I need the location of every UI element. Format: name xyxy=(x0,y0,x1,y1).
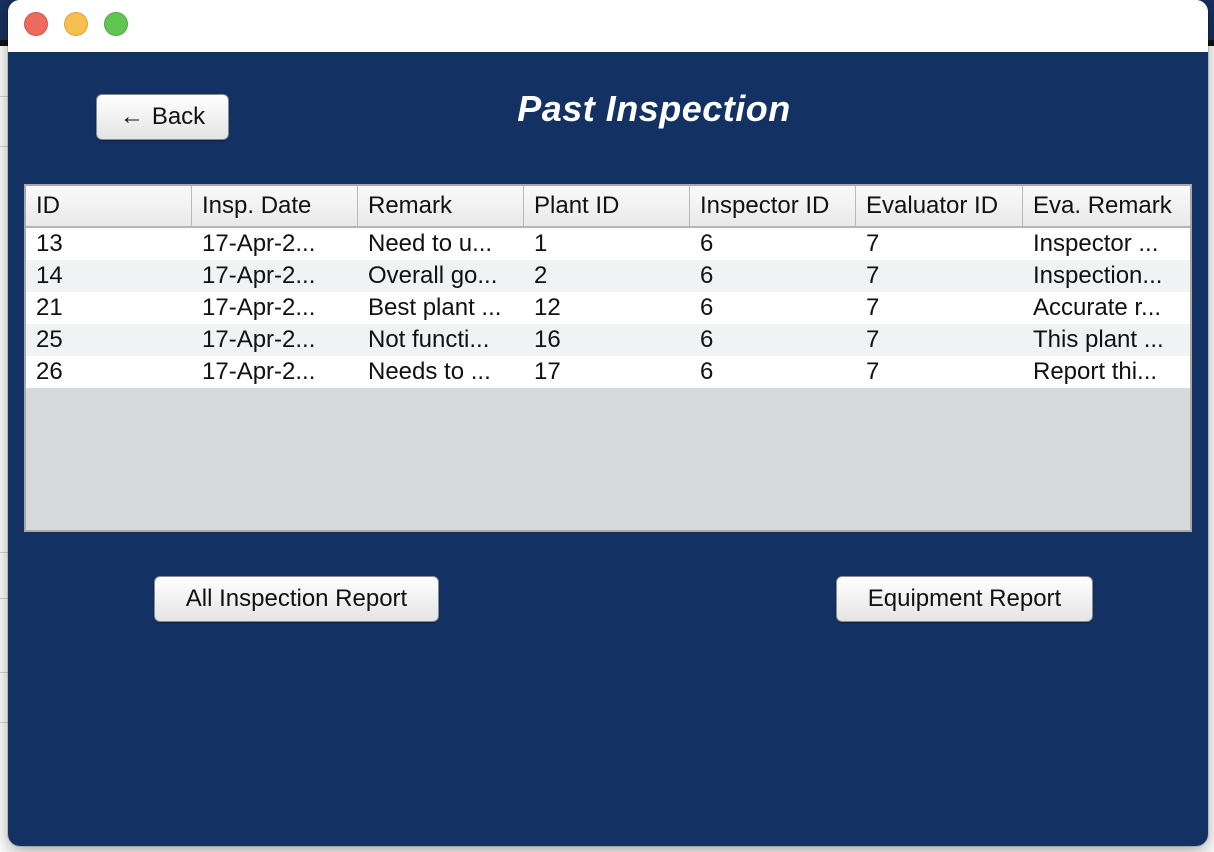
table-row[interactable]: 21 17-Apr-2... Best plant ... 12 6 7 Acc… xyxy=(26,292,1190,324)
equipment-report-button[interactable]: Equipment Report xyxy=(836,576,1093,622)
cell-plant-id: 12 xyxy=(534,294,561,321)
all-inspection-report-button[interactable]: All Inspection Report xyxy=(154,576,439,622)
cell-evaluator-id: 7 xyxy=(866,262,880,289)
left-arrow-icon: ← xyxy=(119,103,144,130)
table-body: 13 17-Apr-2... Need to u... 1 6 7 Inspec… xyxy=(26,228,1190,388)
cell-insp-date: 17-Apr-2... xyxy=(202,326,316,353)
table-row[interactable]: 13 17-Apr-2... Need to u... 1 6 7 Inspec… xyxy=(26,228,1190,260)
cell-remark: Need to u... xyxy=(368,230,493,257)
cell-plant-id: 1 xyxy=(534,230,548,257)
column-header-eva-remark[interactable]: Eva. Remark xyxy=(1023,186,1190,226)
back-button[interactable]: ← Back xyxy=(96,94,229,140)
cell-inspector-id: 6 xyxy=(700,294,714,321)
cell-evaluator-id: 7 xyxy=(866,230,880,257)
back-button-label: Back xyxy=(151,103,206,130)
cell-inspector-id: 6 xyxy=(700,326,714,353)
cell-plant-id: 17 xyxy=(534,358,561,385)
cell-remark: Overall go... xyxy=(368,262,498,289)
inspection-table[interactable]: ID Insp. Date Remark Plant ID Inspector … xyxy=(24,184,1192,532)
app-window: ← Back Past Inspection ID Insp. Date Rem… xyxy=(8,0,1208,846)
cell-id: 14 xyxy=(36,262,63,289)
cell-insp-date: 17-Apr-2... xyxy=(202,262,316,289)
minimize-window-icon[interactable] xyxy=(64,12,88,36)
cell-insp-date: 17-Apr-2... xyxy=(202,230,316,257)
column-header-evaluator-id[interactable]: Evaluator ID xyxy=(856,186,1023,226)
cell-id: 21 xyxy=(36,294,63,321)
table-row[interactable]: 25 17-Apr-2... Not functi... 16 6 7 This… xyxy=(26,324,1190,356)
cell-inspector-id: 6 xyxy=(700,262,714,289)
column-header-insp-date[interactable]: Insp. Date xyxy=(192,186,358,226)
column-header-remark[interactable]: Remark xyxy=(358,186,524,226)
cell-eva-remark: Inspector ... xyxy=(1033,230,1159,257)
cell-eva-remark: Report thi... xyxy=(1033,358,1158,385)
cell-inspector-id: 6 xyxy=(700,230,714,257)
table-row[interactable]: 14 17-Apr-2... Overall go... 2 6 7 Inspe… xyxy=(26,260,1190,292)
main-content: ← Back Past Inspection ID Insp. Date Rem… xyxy=(8,52,1208,846)
close-window-icon[interactable] xyxy=(24,12,48,36)
table-header: ID Insp. Date Remark Plant ID Inspector … xyxy=(26,186,1190,228)
column-header-plant-id[interactable]: Plant ID xyxy=(524,186,690,226)
table-row[interactable]: 26 17-Apr-2... Needs to ... 17 6 7 Repor… xyxy=(26,356,1190,388)
cell-remark: Not functi... xyxy=(368,326,490,353)
cell-insp-date: 17-Apr-2... xyxy=(202,294,316,321)
cell-inspector-id: 6 xyxy=(700,358,714,385)
cell-plant-id: 16 xyxy=(534,326,561,353)
cell-evaluator-id: 7 xyxy=(866,294,880,321)
zoom-window-icon[interactable] xyxy=(104,12,128,36)
cell-eva-remark: Accurate r... xyxy=(1033,294,1162,321)
page-title: Past Inspection xyxy=(517,88,791,129)
cell-id: 25 xyxy=(36,326,63,353)
column-header-inspector-id[interactable]: Inspector ID xyxy=(690,186,856,226)
cell-eva-remark: Inspection... xyxy=(1033,262,1163,289)
cell-evaluator-id: 7 xyxy=(866,358,880,385)
cell-id: 26 xyxy=(36,358,63,385)
cell-plant-id: 2 xyxy=(534,262,548,289)
cell-insp-date: 17-Apr-2... xyxy=(202,358,316,385)
cell-remark: Needs to ... xyxy=(368,358,491,385)
column-header-id[interactable]: ID xyxy=(26,186,192,226)
cell-eva-remark: This plant ... xyxy=(1033,326,1164,353)
window-titlebar xyxy=(8,0,1208,52)
cell-id: 13 xyxy=(36,230,63,257)
cell-evaluator-id: 7 xyxy=(866,326,880,353)
cell-remark: Best plant ... xyxy=(368,294,502,321)
